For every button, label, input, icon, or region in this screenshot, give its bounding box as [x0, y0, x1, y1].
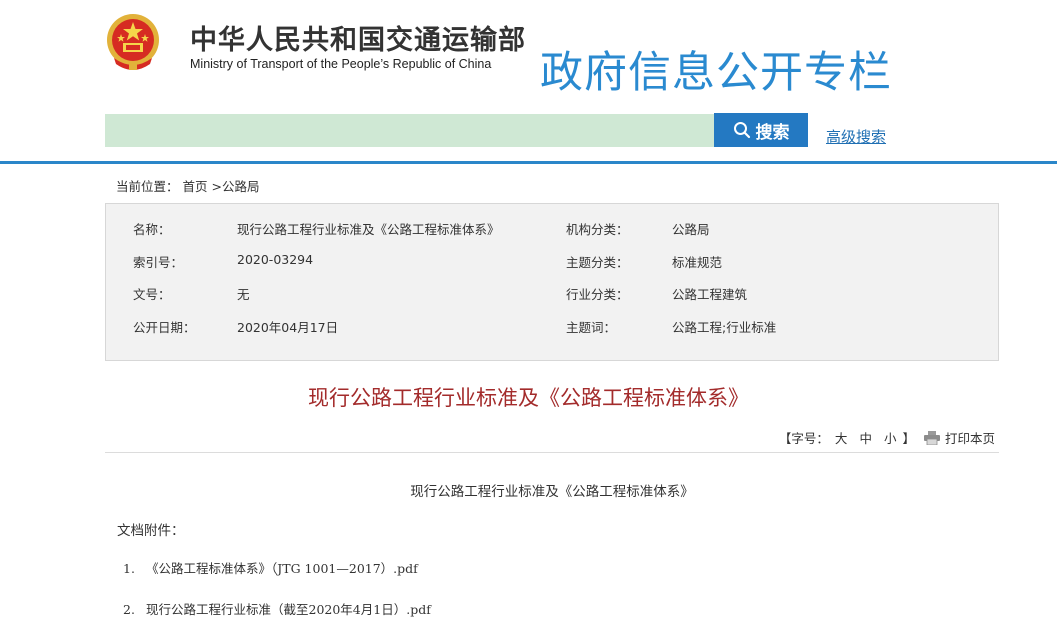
document-metadata-panel: 名称： 现行公路工程行业标准及《公路工程标准体系》 机构分类： 公路局 索引号：… — [105, 203, 999, 361]
content-title: 现行公路工程行业标准及《公路工程标准体系》 — [410, 484, 694, 500]
meta-row: 公开日期： 2020年04月17日 主题词： 公路工程;行业标准 — [106, 317, 998, 337]
docno-label: 文号： — [133, 287, 171, 302]
print-label: 打印本页 — [944, 431, 995, 446]
meta-row: 名称： 现行公路工程行业标准及《公路工程标准体系》 机构分类： 公路局 — [106, 219, 998, 239]
print-button[interactable]: 打印本页 — [923, 428, 995, 447]
ministry-name-en: Ministry of Transport of the People’s Re… — [190, 57, 492, 71]
search-button[interactable]: 搜索 — [714, 113, 808, 147]
font-size-medium[interactable]: 中 — [859, 428, 872, 447]
breadcrumb-home-link[interactable]: 首页 — [183, 179, 208, 194]
name-value: 现行公路工程行业标准及《公路工程标准体系》 — [237, 222, 500, 237]
industry-label: 行业分类： — [566, 287, 629, 302]
attachment-number: 2. — [123, 602, 135, 617]
meta-row: 索引号： 2020-03294 主题分类： 标准规范 — [106, 252, 998, 272]
topic-label: 主题分类： — [566, 255, 629, 270]
printer-icon — [923, 430, 940, 445]
index-value: 2020-03294 — [237, 252, 314, 267]
font-size-large[interactable]: 大 — [835, 428, 848, 447]
breadcrumb: 当前位置： 首页 >公路局 — [116, 176, 259, 195]
attachment-label: 现行公路工程行业标准（截至2020年4月1日）.pdf — [146, 602, 431, 617]
column-title: 政府信息公开专栏 — [540, 48, 892, 98]
name-label: 名称： — [133, 222, 171, 237]
search-button-label: 搜索 — [755, 122, 790, 142]
search-input[interactable] — [105, 114, 714, 147]
font-size-suffix: 】 — [902, 431, 915, 446]
search-icon — [733, 122, 750, 139]
attachment-number: 1. — [123, 561, 135, 576]
date-label: 公开日期： — [133, 320, 196, 335]
docno-value: 无 — [237, 287, 250, 302]
ministry-name-cn: 中华人民共和国交通运输部 — [190, 25, 526, 56]
industry-value: 公路工程建筑 — [672, 287, 748, 302]
attachments-label: 文档附件： — [117, 523, 185, 539]
attachment-link[interactable]: 2. 现行公路工程行业标准（截至2020年4月1日）.pdf — [123, 599, 431, 618]
advanced-search-link[interactable]: 高级搜索 — [826, 126, 886, 147]
attachment-link[interactable]: 1. 《公路工程标准体系》（JTG 1001—2017）.pdf — [123, 558, 418, 577]
meta-row: 文号： 无 行业分类： 公路工程建筑 — [106, 284, 998, 304]
header-divider — [0, 161, 1057, 164]
index-label: 索引号： — [133, 255, 184, 270]
breadcrumb-current-link[interactable]: 公路局 — [222, 179, 260, 194]
org-value: 公路局 — [672, 222, 710, 237]
document-title: 现行公路工程行业标准及《公路工程标准体系》 — [308, 386, 749, 410]
attachment-label: 《公路工程标准体系》（JTG 1001—2017）.pdf — [146, 561, 418, 576]
font-size-small[interactable]: 小 — [884, 428, 897, 447]
breadcrumb-separator: > — [207, 179, 222, 194]
date-value: 2020年04月17日 — [237, 320, 339, 335]
keywords-value: 公路工程;行业标准 — [672, 320, 777, 335]
site-header: 中华人民共和国交通运输部 Ministry of Transport of th… — [0, 0, 1057, 164]
page-tools: 【字号： 大 中 小 】 打印本页 — [779, 428, 995, 447]
font-size-prefix: 【字号： — [778, 431, 829, 446]
content-divider — [105, 452, 999, 453]
breadcrumb-prefix: 当前位置： — [116, 179, 179, 194]
national-emblem-icon — [107, 14, 159, 70]
topic-value: 标准规范 — [672, 255, 723, 270]
org-label: 机构分类： — [566, 222, 629, 237]
keywords-label: 主题词： — [566, 320, 617, 335]
